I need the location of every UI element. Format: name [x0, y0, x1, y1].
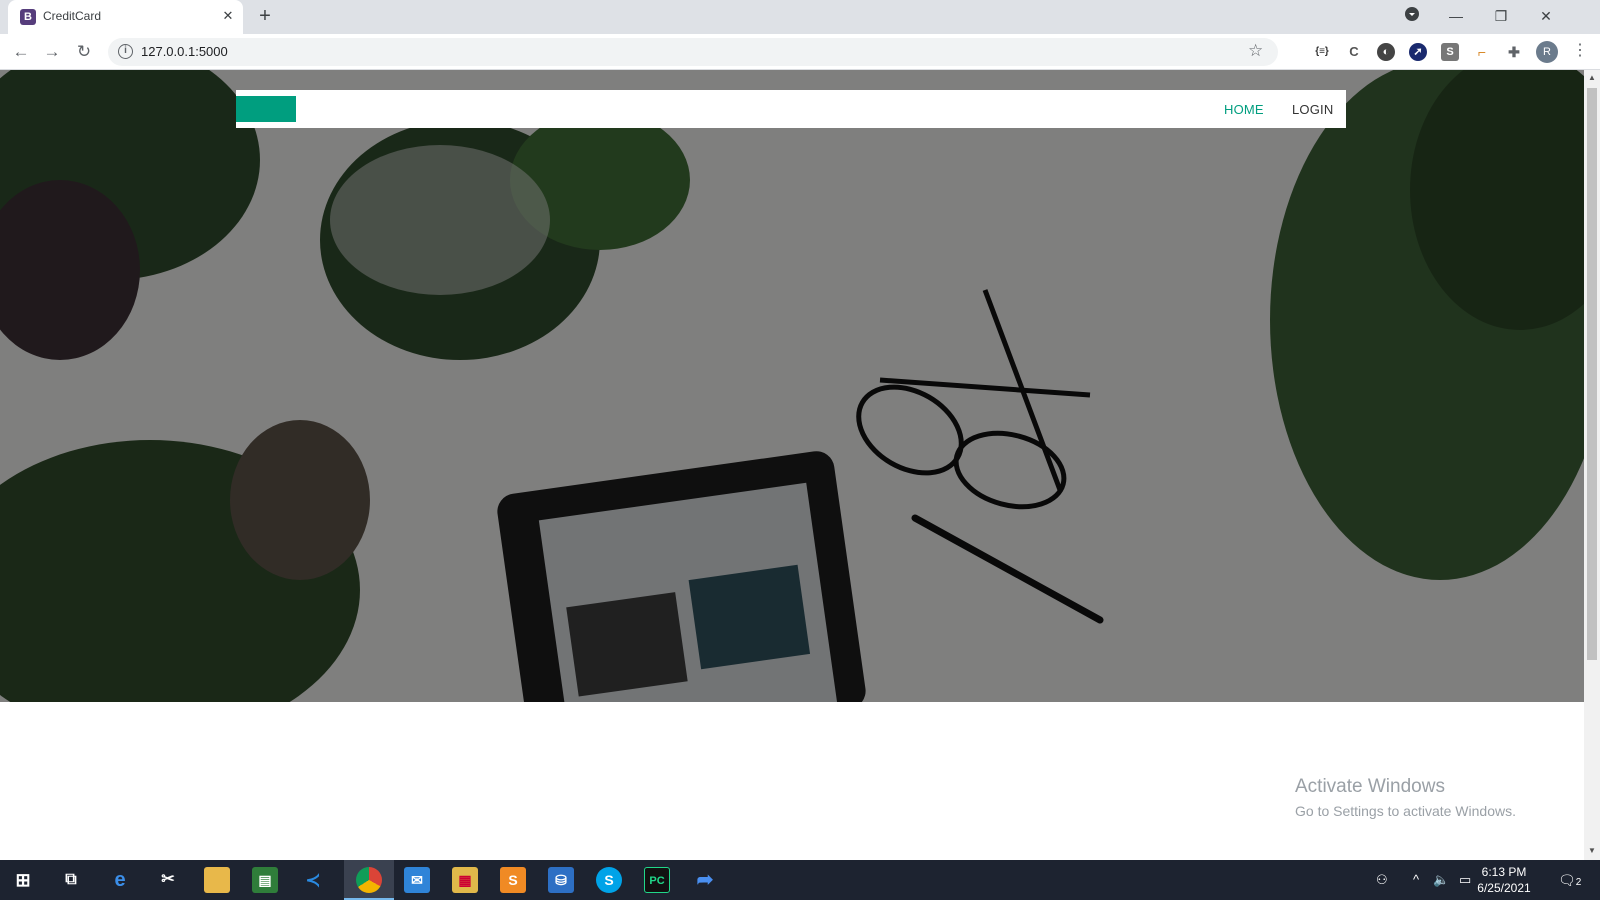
- task-view-icon[interactable]: ⧉: [58, 867, 84, 893]
- bootstrap-favicon-icon: B: [20, 9, 36, 25]
- dark-mode-extension-icon[interactable]: ◐: [1377, 43, 1395, 61]
- new-tab-button[interactable]: +: [255, 6, 275, 28]
- windows-start-icon[interactable]: ⊞: [10, 867, 36, 893]
- tool-extension-icon[interactable]: ⌐: [1473, 43, 1491, 61]
- close-tab-icon[interactable]: ✕: [220, 8, 236, 24]
- vscode-icon[interactable]: ≺: [300, 867, 326, 893]
- clock-time: 6:13 PM: [1481, 865, 1527, 879]
- page-scrollbar[interactable]: ▲ ▼: [1584, 70, 1600, 860]
- extension-s-icon[interactable]: S: [1441, 43, 1459, 61]
- json-extension-icon[interactable]: {≡}: [1313, 43, 1331, 61]
- clock-date: 6/25/2021: [1477, 881, 1531, 895]
- forward-icon[interactable]: →: [40, 40, 64, 64]
- close-window-icon[interactable]: ✕: [1536, 6, 1556, 26]
- hero-background-image: HOME LOGIN: [0, 70, 1584, 702]
- minimize-icon[interactable]: —: [1446, 6, 1466, 26]
- notification-center-icon[interactable]: 🗨2: [1558, 872, 1581, 889]
- notification-count: 2: [1575, 877, 1582, 888]
- scroll-thumb[interactable]: [1587, 88, 1597, 660]
- spreadsheet-app-icon[interactable]: ▤: [252, 867, 278, 893]
- taskbar-clock[interactable]: 6:13 PM 6/25/2021: [1466, 864, 1542, 896]
- people-icon[interactable]: ⚇: [1376, 872, 1388, 888]
- store-icon[interactable]: ⛁: [548, 867, 574, 893]
- snipping-tool-icon[interactable]: ✂: [155, 867, 181, 893]
- windows-taskbar: ⊞ ⧉ e ✂ ▤ ≺ ✉ ▦ S ⛁ S PC ➦ ⚇ ^ 🔈 ▭ 6:13 …: [0, 860, 1600, 900]
- notification-glyph-icon: 🗨: [1558, 872, 1576, 888]
- browser-toolbar: ← → ↻ i 127.0.0.1:5000 ☆ {≡} C ◐ ➚ S ⌐ ✚…: [0, 34, 1600, 70]
- scroll-down-arrow-icon[interactable]: ▼: [1587, 846, 1597, 855]
- show-hidden-icons-chevron-icon[interactable]: ^: [1413, 872, 1419, 887]
- menu-kebab-icon[interactable]: ⋮: [1572, 40, 1588, 60]
- edge-browser-icon[interactable]: e: [107, 867, 133, 893]
- nav-home-link[interactable]: HOME: [1224, 102, 1264, 117]
- hero-dark-overlay: [0, 70, 1584, 702]
- bookmark-star-icon[interactable]: ☆: [1248, 41, 1263, 61]
- extensions-puzzle-icon[interactable]: ✚: [1505, 43, 1523, 61]
- compass-extension-icon[interactable]: ➚: [1409, 43, 1427, 61]
- tab-search-icon[interactable]: [1402, 6, 1422, 26]
- site-navbar: HOME LOGIN: [236, 90, 1346, 128]
- nav-login-link[interactable]: LOGIN: [1292, 102, 1333, 117]
- page-viewport: HOME LOGIN Activate Windows Go to Settin…: [0, 70, 1584, 860]
- brand-logo-block[interactable]: [236, 96, 296, 122]
- app-arrow-icon[interactable]: ➦: [692, 867, 718, 893]
- chrome-icon[interactable]: [356, 867, 382, 893]
- reload-icon[interactable]: ↻: [72, 40, 96, 64]
- info-icon[interactable]: i: [118, 44, 133, 59]
- profile-avatar[interactable]: R: [1536, 41, 1558, 63]
- sublime-text-icon[interactable]: S: [500, 867, 526, 893]
- sticky-app-icon[interactable]: ▦: [452, 867, 478, 893]
- tab-strip: B CreditCard ✕ + — ❐ ✕: [0, 0, 1600, 34]
- file-explorer-icon[interactable]: [204, 867, 230, 893]
- back-icon[interactable]: ←: [9, 40, 33, 64]
- volume-icon[interactable]: 🔈: [1433, 872, 1449, 888]
- url-text: 127.0.0.1:5000: [141, 44, 228, 59]
- extension-c-icon[interactable]: C: [1345, 43, 1363, 61]
- skype-icon[interactable]: S: [596, 867, 622, 893]
- mail-icon[interactable]: ✉: [404, 867, 430, 893]
- browser-tab[interactable]: B CreditCard ✕: [8, 0, 243, 34]
- activate-windows-title: Activate Windows: [1295, 776, 1445, 797]
- activate-windows-subtitle: Go to Settings to activate Windows.: [1295, 803, 1516, 819]
- pycharm-icon[interactable]: PC: [644, 867, 670, 893]
- restore-icon[interactable]: ❐: [1491, 6, 1511, 26]
- tab-title: CreditCard: [43, 9, 102, 23]
- scroll-up-arrow-icon[interactable]: ▲: [1587, 73, 1597, 82]
- address-bar[interactable]: i 127.0.0.1:5000 ☆: [108, 38, 1278, 66]
